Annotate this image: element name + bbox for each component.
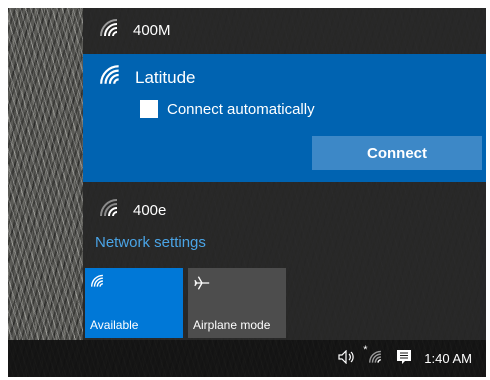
wifi-status-icon[interactable]: *	[363, 344, 384, 367]
tile-label: Airplane mode	[193, 318, 271, 332]
screenshot: 400M Latitude Connect automatically Conn…	[8, 8, 486, 377]
airplane-mode-tile[interactable]: Airplane mode	[188, 268, 286, 338]
network-item-latitude-expanded[interactable]: Latitude Connect automatically Connect	[83, 54, 486, 182]
airplane-icon	[193, 274, 211, 295]
wifi-toggle-tile[interactable]: Available	[85, 268, 183, 338]
network-flyout: 400M Latitude Connect automatically Conn…	[83, 8, 486, 340]
clock[interactable]: 1:40 AM	[424, 351, 472, 366]
system-tray: * 1:40 AM	[326, 340, 472, 377]
connect-automatically-checkbox[interactable]	[140, 100, 158, 118]
wifi-signal-icon	[99, 18, 121, 42]
network-name: Latitude	[135, 67, 196, 87]
action-center-icon[interactable]	[396, 349, 412, 368]
taskbar: * 1:40 AM	[8, 340, 486, 377]
speaker-icon[interactable]	[338, 349, 356, 367]
network-name: 400e	[133, 201, 167, 219]
tile-label: Available	[90, 318, 139, 332]
wifi-signal-icon	[99, 64, 123, 91]
connect-automatically-option[interactable]: Connect automatically	[140, 100, 315, 118]
connect-automatically-label: Connect automatically	[167, 100, 315, 118]
wifi-icon	[90, 274, 106, 291]
network-settings-link[interactable]: Network settings	[95, 234, 206, 251]
network-item-400e[interactable]: 400e	[83, 188, 486, 232]
connect-button[interactable]: Connect	[312, 136, 482, 170]
wifi-signal-icon	[99, 198, 121, 222]
network-item-400m[interactable]: 400M	[83, 8, 486, 52]
network-name: 400M	[133, 21, 171, 39]
star-icon: *	[363, 344, 368, 356]
